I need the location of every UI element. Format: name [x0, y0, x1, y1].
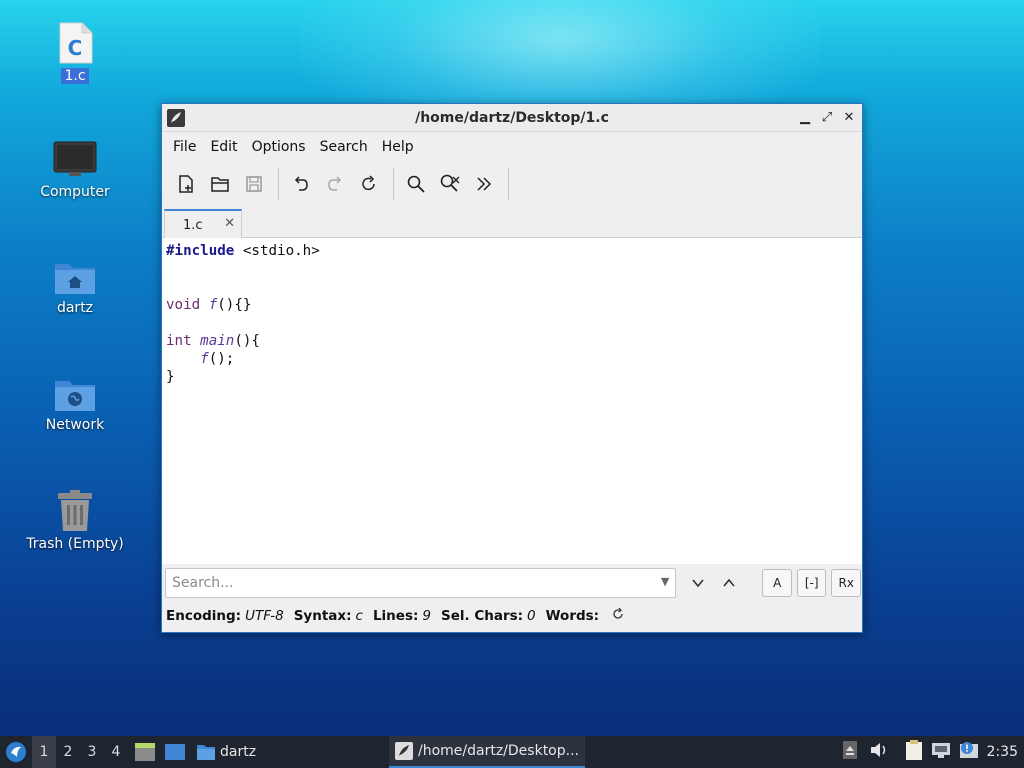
encoding-value: UTF-8: [245, 608, 284, 624]
system-tray: 2:35: [842, 736, 1024, 768]
task-featherpad[interactable]: /home/dartz/Desktop...: [389, 736, 585, 768]
desktop-icon-label: Trash (Empty): [26, 536, 124, 552]
desktop-icon-network[interactable]: Network: [15, 375, 135, 433]
network-folder-icon: [55, 381, 95, 411]
tab-1c[interactable]: 1.c ✕: [164, 209, 242, 239]
undo-icon[interactable]: [285, 168, 317, 200]
taskbar: 1 2 3 4 dartz /home/dartz/Desktop... 2:3…: [0, 736, 1024, 768]
words-label: Words:: [545, 608, 600, 624]
menu-options[interactable]: Options: [245, 139, 313, 155]
menubar: File Edit Options Search Help: [162, 132, 862, 162]
syntax-value: c: [355, 608, 363, 624]
workspace-2[interactable]: 2: [56, 736, 80, 768]
menu-file[interactable]: File: [166, 139, 203, 155]
code-line-6: int main(){: [166, 333, 260, 349]
redo-icon[interactable]: [319, 168, 351, 200]
lines-label: Lines:: [372, 608, 419, 624]
desktop-icon-1c[interactable]: C 1.c: [15, 22, 135, 84]
find-next-icon[interactable]: [684, 569, 712, 597]
close-icon[interactable]: ✕: [840, 108, 858, 126]
tab-label: 1.c: [183, 217, 203, 233]
tabbar: 1.c ✕: [162, 206, 862, 239]
network-wired-icon[interactable]: [931, 741, 951, 763]
workspace-4[interactable]: 4: [104, 736, 128, 768]
whole-word-button[interactable]: [-]: [796, 569, 827, 597]
code-editor[interactable]: #include <stdio.h> void f(){} int main()…: [162, 238, 862, 564]
code-line-1: #include <stdio.h>: [166, 243, 320, 259]
encoding-label: Encoding:: [166, 608, 242, 624]
volume-icon[interactable]: [869, 741, 889, 763]
search-combobox[interactable]: ▼: [165, 568, 677, 598]
code-line-8: }: [166, 369, 175, 385]
window-title: /home/dartz/Desktop/1.c: [415, 109, 609, 126]
desktop-icon-label: Network: [45, 417, 105, 433]
refresh-words-icon[interactable]: [611, 607, 625, 625]
lines-value: 9: [422, 608, 431, 624]
menu-edit[interactable]: Edit: [203, 139, 244, 155]
search-bar: ▼ A [-] Rx: [165, 568, 861, 598]
eject-icon[interactable]: [842, 741, 857, 763]
featherpad-icon: [395, 742, 413, 760]
show-desktop-icon[interactable]: [164, 743, 186, 761]
reload-icon[interactable]: [353, 168, 385, 200]
more-icon[interactable]: [468, 168, 500, 200]
code-line-7: f();: [200, 351, 235, 367]
chevron-down-icon[interactable]: ▼: [661, 575, 669, 588]
home-folder-icon: [55, 264, 95, 294]
update-notifier-icon[interactable]: [959, 741, 979, 763]
toolbar-separator: [393, 168, 394, 200]
folder-icon: [197, 745, 215, 760]
task-label: /home/dartz/Desktop...: [418, 743, 579, 759]
sel-chars-value: 0: [527, 608, 536, 624]
desktop-icon-home[interactable]: dartz: [15, 258, 135, 316]
desktop-icon-label: Computer: [40, 184, 110, 200]
desktop-icon-label: dartz: [56, 300, 94, 316]
search-input[interactable]: [166, 575, 646, 591]
minimize-icon[interactable]: ▁: [796, 108, 814, 126]
find-previous-icon[interactable]: [715, 569, 743, 597]
task-label: dartz: [220, 744, 257, 760]
desktop-icon-trash[interactable]: Trash (Empty): [15, 490, 135, 552]
clipboard-icon[interactable]: [905, 740, 923, 764]
tab-close-icon[interactable]: ✕: [224, 216, 235, 231]
menu-search[interactable]: Search: [313, 139, 375, 155]
workspace-3[interactable]: 3: [80, 736, 104, 768]
toolbar-separator: [278, 168, 279, 200]
clock[interactable]: 2:35: [987, 744, 1018, 760]
window-titlebar[interactable]: /home/dartz/Desktop/1.c ▁ ⤢ ✕: [162, 104, 862, 132]
match-case-button[interactable]: A: [762, 569, 792, 597]
featherpad-icon: [167, 109, 185, 127]
menu-help[interactable]: Help: [375, 139, 421, 155]
new-document-icon[interactable]: [170, 168, 202, 200]
desktop-icon-label: 1.c: [61, 68, 89, 84]
sel-chars-label: Sel. Chars:: [440, 608, 524, 624]
trash-icon: [58, 490, 92, 531]
task-folder-dartz[interactable]: dartz: [196, 743, 256, 761]
toolbar: [162, 162, 862, 206]
c-file-icon: C: [59, 22, 93, 64]
editor-window: /home/dartz/Desktop/1.c ▁ ⤢ ✕ File Edit …: [161, 103, 863, 633]
workspace-1[interactable]: 1: [32, 736, 56, 768]
svg-text:C: C: [68, 36, 83, 60]
code-line-4: void f(){}: [166, 297, 252, 313]
start-menu-icon[interactable]: [0, 741, 32, 763]
statusbar: Encoding: UTF-8 Syntax: c Lines: 9 Sel. Cha…: [166, 606, 625, 626]
desktop-icon-computer[interactable]: Computer: [15, 140, 135, 200]
save-icon[interactable]: [238, 168, 270, 200]
open-folder-icon[interactable]: [204, 168, 236, 200]
maximize-icon[interactable]: ⤢: [818, 108, 836, 126]
regex-button[interactable]: Rx: [831, 569, 861, 597]
toolbar-separator: [508, 168, 509, 200]
find-icon[interactable]: [400, 168, 432, 200]
clear-search-icon[interactable]: [434, 168, 466, 200]
syntax-label: Syntax:: [293, 608, 352, 624]
monitor-icon: [53, 141, 97, 176]
file-manager-launcher-icon[interactable]: [134, 742, 156, 762]
